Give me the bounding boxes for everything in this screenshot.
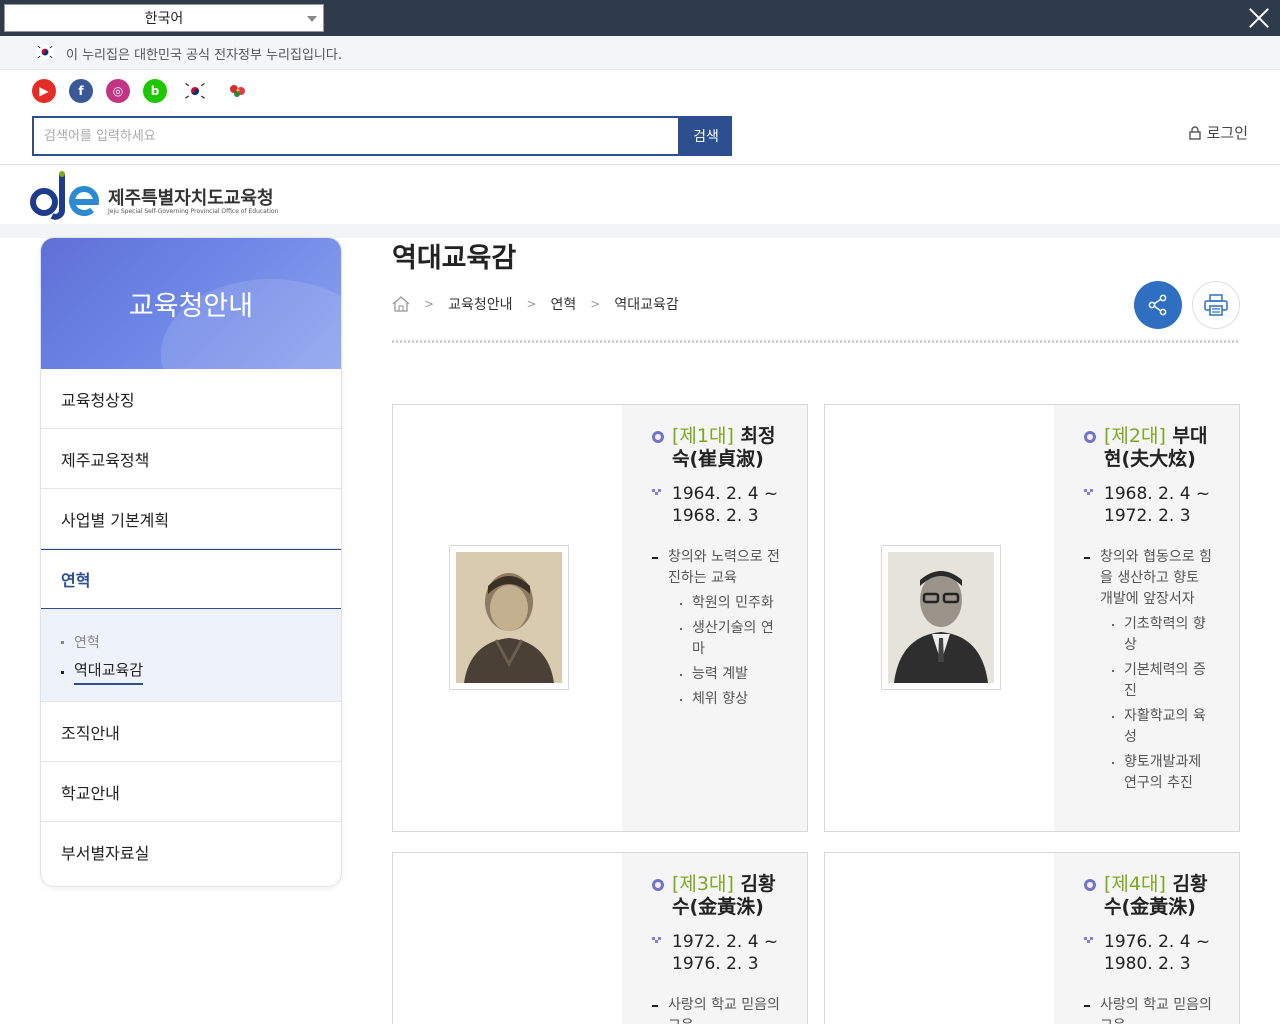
home-icon[interactable] [392, 296, 410, 312]
camellia-mark-icon[interactable] [223, 79, 253, 103]
education-motto: 창의와 노력으로 전진하는 교육 [652, 547, 781, 589]
education-motto: 사랑의 학교 믿음의 교육 [652, 995, 781, 1024]
superintendent-name: [제4대] 김황수(金黃洙) [1084, 873, 1213, 919]
share-button[interactable] [1134, 281, 1182, 329]
breadcrumb-item-current: 역대교육감 [614, 297, 679, 313]
content-top-band [0, 224, 1280, 238]
site-logo[interactable]: 제주특별자치도교육청 Jeju Special Self-Governing P… [30, 170, 290, 220]
logo-english-name: Jeju Special Self-Governing Provincial O… [108, 208, 279, 215]
chevron-right-icon: > [590, 297, 601, 311]
breadcrumb-item[interactable]: 연혁 [551, 294, 577, 314]
sidebar-submenu: 연혁 역대교육감 [41, 609, 341, 702]
superintendent-card: [제2대] 부대현(夫大炫) 1968. 2. 4 ~1972. 2. 3 창의… [824, 404, 1240, 832]
policy-list: 학원의 민주화 생산기술의 연마 능력 계발 체위 향상 [652, 593, 781, 710]
side-navigation: 교육청안내 교육청상징 제주교육정책 사업별 기본계획 연혁 연혁 역대교육감 … [40, 237, 342, 887]
close-icon[interactable] [1248, 7, 1270, 29]
chevron-right-icon: > [424, 297, 435, 311]
list-item: 체위 향상 [680, 689, 781, 710]
sidebar-item-schools[interactable]: 학교안내 [41, 762, 341, 822]
language-select[interactable]: 한국어 [4, 4, 324, 32]
list-item: 기본체력의 증진 [1112, 660, 1213, 702]
print-button[interactable] [1192, 281, 1240, 329]
superintendent-card: [제3대] 김황수(金黃洙) 1972. 2. 4 ~1976. 2. 3 사랑… [392, 852, 808, 1024]
dots-icon [1084, 937, 1096, 943]
ring-bullet-icon [1084, 879, 1096, 891]
header-divider [0, 164, 1280, 165]
dots-icon [652, 489, 664, 495]
list-item: 생산기술의 연마 [680, 618, 781, 660]
ring-bullet-icon [652, 879, 664, 891]
korea-flag-icon [36, 45, 54, 59]
language-bar: 한국어 [0, 0, 1280, 36]
search-bar: 검색 [32, 116, 732, 156]
superintendent-name: [제1대] 최정숙(崔貞淑) [652, 425, 781, 471]
sidebar-item-plans[interactable]: 사업별 기본계획 [41, 489, 341, 549]
breadcrumb-item[interactable]: 교육청안내 [448, 294, 512, 314]
term-period: 1964. 2. 4 ~1968. 2. 3 [652, 483, 781, 527]
superintendent-info: [제3대] 김황수(金黃洙) 1972. 2. 4 ~1976. 2. 3 사랑… [622, 853, 807, 1024]
sns-links: ▶ f ◎ b [32, 78, 253, 104]
search-button[interactable]: 검색 [680, 116, 732, 156]
superintendent-info: [제4대] 김황수(金黃洙) 1976. 2. 4 ~1980. 2. 3 사랑… [1054, 853, 1239, 1024]
sidebar-item-symbol[interactable]: 교육청상징 [41, 369, 341, 429]
list-item: 자활학교의 육성 [1112, 706, 1213, 748]
term-period: 1976. 2. 4 ~1980. 2. 3 [1084, 931, 1213, 975]
superintendent-name: [제2대] 부대현(夫大炫) [1084, 425, 1213, 471]
education-motto: 창의와 협동으로 힘을 생산하고 향토 개발에 앞장서자 [1084, 547, 1213, 610]
language-select-value: 한국어 [144, 11, 184, 27]
ring-bullet-icon [1084, 431, 1096, 443]
login-link[interactable]: 로그인 [1188, 122, 1248, 143]
side-navigation-title: 교육청안내 [128, 291, 254, 322]
submenu-item-superintendents[interactable]: 역대교육감 [61, 657, 341, 687]
chevron-down-icon [307, 16, 317, 22]
list-item: 학원의 민주화 [680, 593, 781, 614]
blog-icon[interactable]: b [143, 79, 167, 103]
superintendent-info: [제2대] 부대현(夫大炫) 1968. 2. 4 ~1972. 2. 3 창의… [1054, 405, 1239, 831]
term-period: 1972. 2. 4 ~1976. 2. 3 [652, 931, 781, 975]
superintendent-info: [제1대] 최정숙(崔貞淑) 1964. 2. 4 ~1968. 2. 3 창의… [622, 405, 807, 831]
youtube-icon[interactable]: ▶ [32, 79, 56, 103]
list-item: 능력 계발 [680, 664, 781, 685]
portrait-photo [881, 545, 1001, 690]
superintendent-name: [제3대] 김황수(金黃洙) [652, 873, 781, 919]
instagram-icon[interactable]: ◎ [106, 79, 130, 103]
gov-notice-strip: 이 누리집은 대한민국 공식 전자정부 누리집입니다. [0, 36, 1280, 70]
page-title: 역대교육감 [392, 243, 517, 274]
dots-icon [1084, 489, 1096, 495]
facebook-icon[interactable]: f [69, 79, 93, 103]
superintendent-card: [제1대] 최정숙(崔貞淑) 1964. 2. 4 ~1968. 2. 3 창의… [392, 404, 808, 832]
logo-name: 제주특별자치도교육청 [108, 188, 274, 209]
sidebar-item-policy[interactable]: 제주교육정책 [41, 429, 341, 489]
superintendent-card: [제4대] 김황수(金黃洙) 1976. 2. 4 ~1980. 2. 3 사랑… [824, 852, 1240, 1024]
printer-icon [1204, 294, 1228, 316]
share-icon [1148, 294, 1167, 316]
term-period: 1968. 2. 4 ~1972. 2. 3 [1084, 483, 1213, 527]
submenu-item-history[interactable]: 연혁 [61, 627, 341, 657]
dots-icon [652, 937, 664, 943]
portrait-photo [449, 545, 569, 690]
side-navigation-header: 교육청안내 [41, 238, 341, 369]
sidebar-item-organization[interactable]: 조직안내 [41, 702, 341, 762]
ring-bullet-icon [652, 431, 664, 443]
gov-notice-text: 이 누리집은 대한민국 공식 전자정부 누리집입니다. [66, 48, 342, 63]
policy-list: 기초학력의 향상 기본체력의 증진 자활학교의 육성 향토개발과제 연구의 추진 [1084, 614, 1213, 794]
breadcrumb: > 교육청안내 > 연혁 > 역대교육감 [392, 294, 679, 314]
lock-icon [1188, 125, 1201, 140]
search-input[interactable] [32, 116, 680, 156]
list-item: 기초학력의 향상 [1112, 614, 1213, 656]
education-motto: 사랑의 학교 믿음의 교육 [1084, 995, 1213, 1024]
korea-flag-icon[interactable] [180, 79, 210, 103]
login-label: 로그인 [1206, 124, 1248, 142]
sidebar-item-department-archive[interactable]: 부서별자료실 [41, 822, 341, 882]
list-item: 향토개발과제 연구의 추진 [1112, 752, 1213, 794]
logo-mark-icon [30, 171, 100, 220]
title-divider [392, 340, 1240, 343]
sidebar-item-history[interactable]: 연혁 [41, 549, 341, 609]
chevron-right-icon: > [526, 297, 537, 311]
